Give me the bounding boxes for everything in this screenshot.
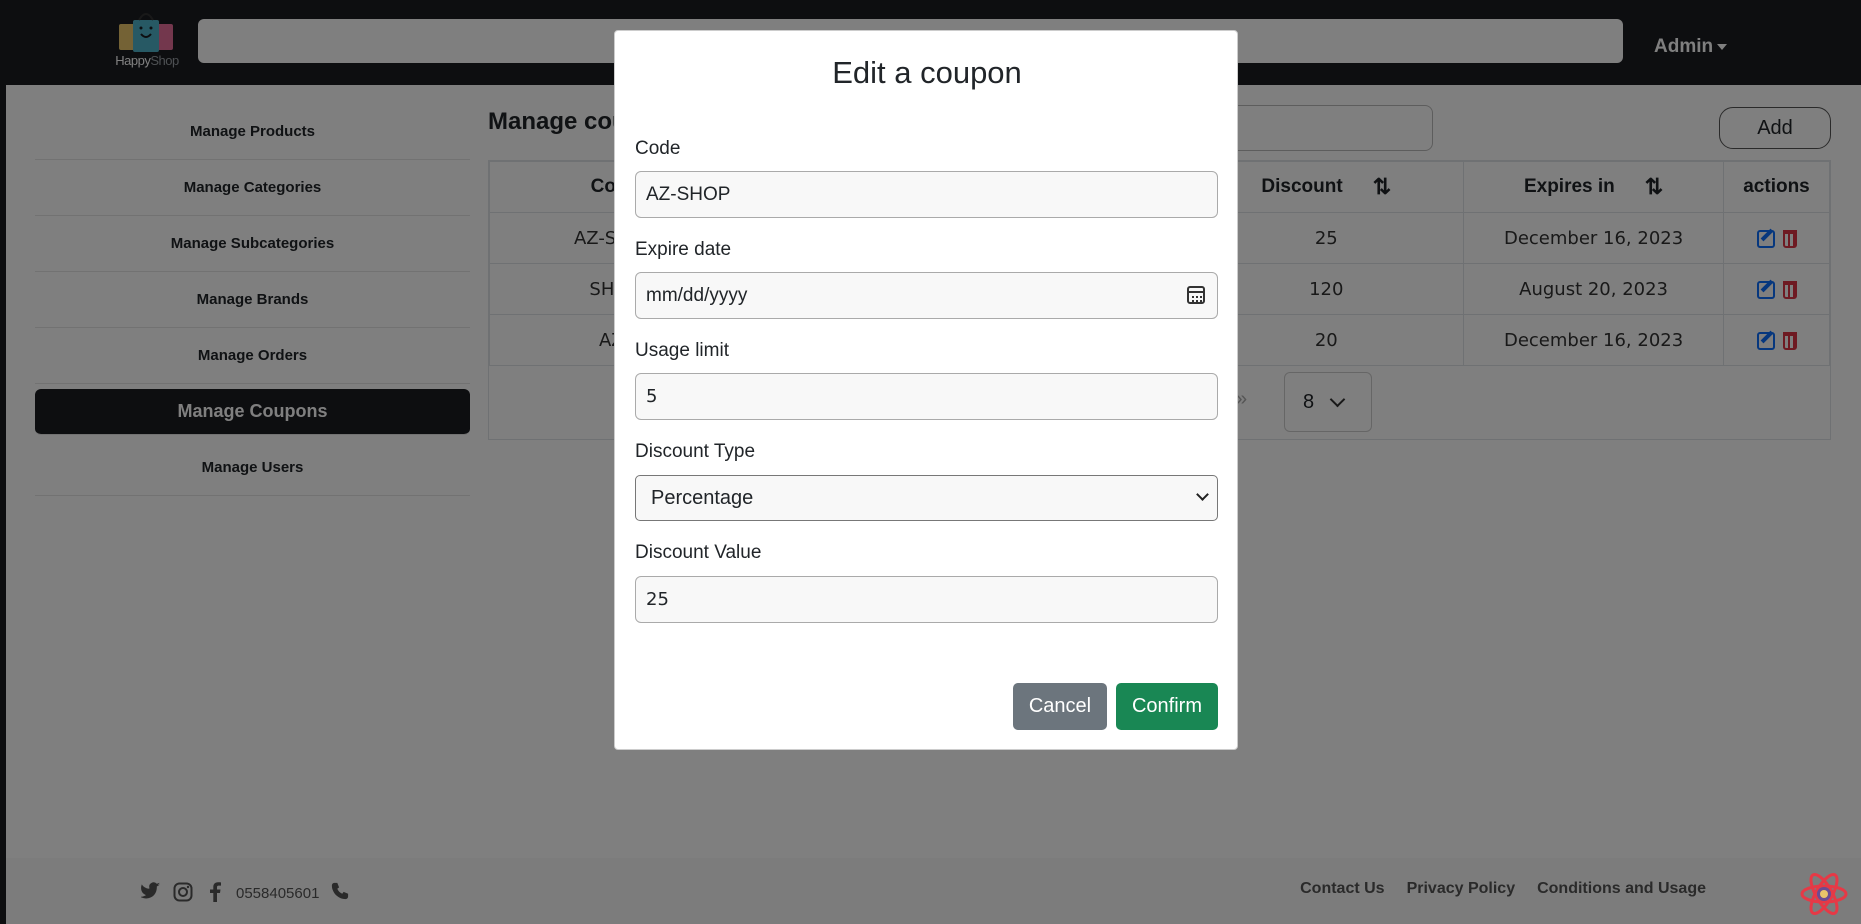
edit-coupon-modal: Edit a coupon Code AZ-SHOP Expire date m… [614,30,1238,750]
discount-value-field[interactable]: 25 [635,576,1218,623]
usage-limit-field[interactable]: 5 [635,373,1218,420]
usage-limit-label: Usage limit [635,340,729,361]
discount-type-value: Percentage [651,486,754,509]
react-devtools-icon[interactable] [1800,870,1848,918]
code-label: Code [635,138,681,159]
discount-type-select[interactable]: Percentage [635,475,1218,521]
calendar-icon[interactable] [1187,286,1205,304]
expire-date-field[interactable]: mm/dd/yyyy [635,272,1218,319]
code-field[interactable]: AZ-SHOP [635,171,1218,218]
modal-title: Edit a coupon [832,55,1022,90]
chevron-down-icon [1196,488,1209,501]
expire-date-placeholder: mm/dd/yyyy [646,284,748,306]
cancel-button[interactable]: Cancel [1013,683,1107,730]
discount-type-label: Discount Type [635,441,756,462]
expire-date-label: Expire date [635,239,732,260]
discount-value-label: Discount Value [635,542,762,563]
confirm-button[interactable]: Confirm [1116,683,1218,730]
